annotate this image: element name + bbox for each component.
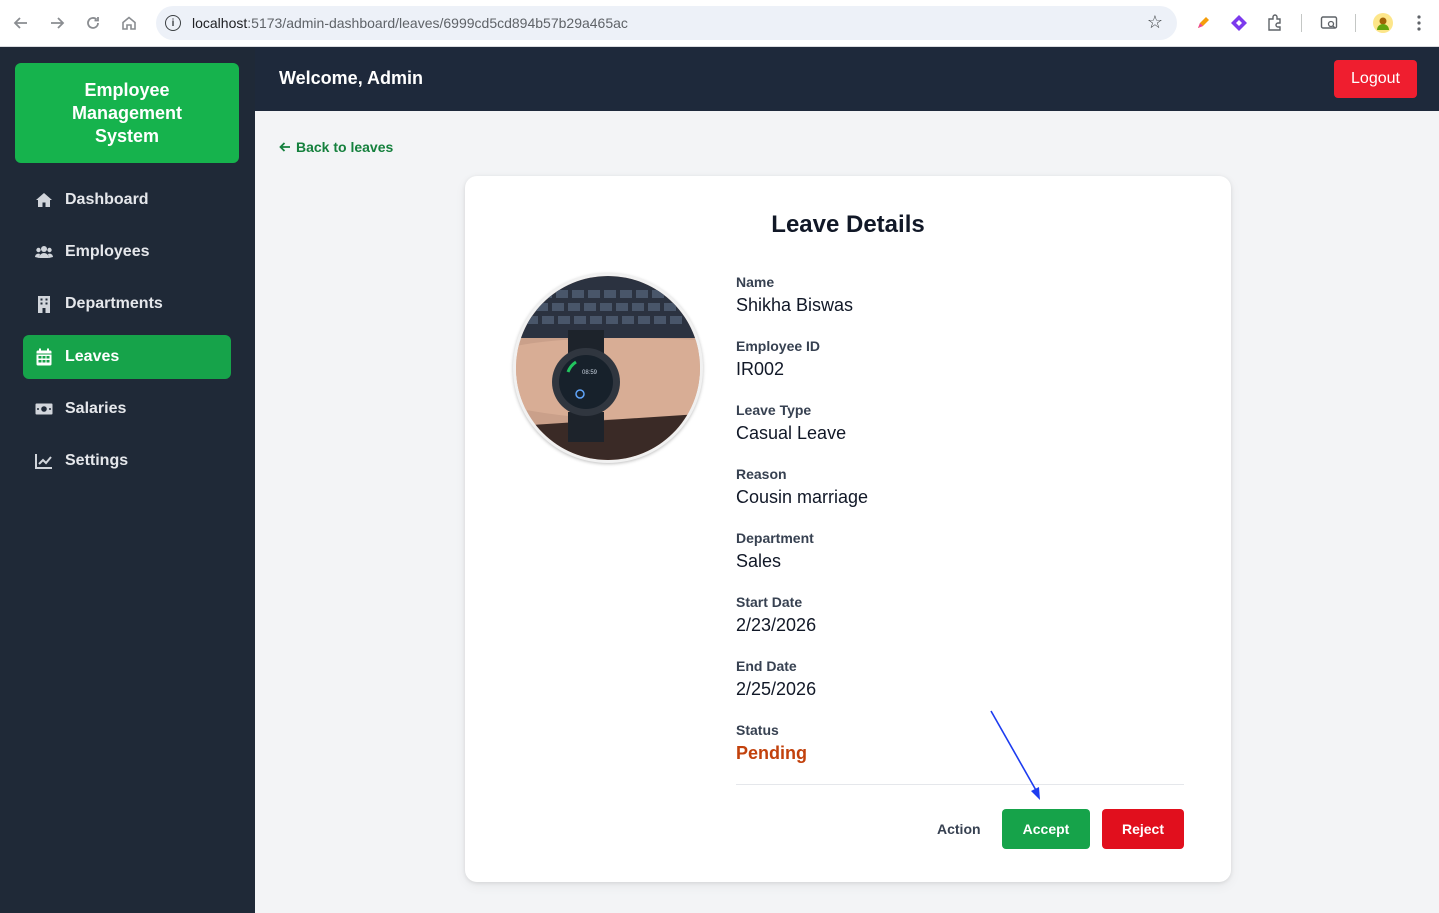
money-icon bbox=[35, 400, 53, 418]
employee-id-value: IR002 bbox=[736, 359, 785, 379]
divider bbox=[736, 784, 1184, 785]
field-label: Department bbox=[736, 530, 814, 546]
welcome-text: Welcome, Admin bbox=[279, 68, 424, 88]
sidebar-item-label: Leaves bbox=[65, 348, 120, 365]
field-start-date: Start Date 2/23/2026 bbox=[736, 594, 816, 636]
pen-extension-icon[interactable] bbox=[1192, 12, 1214, 34]
sidebar: Employee Management System Dashboard Emp… bbox=[0, 47, 255, 913]
status-badge: Pending bbox=[736, 743, 807, 763]
browser-menu-icon[interactable] bbox=[1408, 12, 1430, 34]
site-info-icon[interactable]: i bbox=[165, 15, 181, 31]
url-text[interactable]: localhost:5173/admin-dashboard/leaves/69… bbox=[192, 15, 628, 31]
puzzle-extensions-icon[interactable] bbox=[1264, 12, 1286, 34]
field-reason: Reason Cousin marriage bbox=[736, 466, 868, 508]
field-label: Start Date bbox=[736, 594, 803, 610]
back-arrow-icon[interactable] bbox=[10, 12, 32, 34]
leave-type-value: Casual Leave bbox=[736, 423, 847, 443]
address-bar[interactable]: i localhost:5173/admin-dashboard/leaves/… bbox=[156, 6, 1177, 40]
sidebar-item-departments[interactable]: Departments bbox=[23, 282, 231, 326]
field-label: End Date bbox=[736, 658, 797, 674]
sidebar-item-salaries[interactable]: Salaries bbox=[23, 387, 231, 431]
browser-toolbar: i localhost:5173/admin-dashboard/leaves/… bbox=[0, 0, 1439, 47]
toolbar-divider bbox=[1355, 14, 1356, 32]
accept-button[interactable]: Accept bbox=[1002, 809, 1090, 849]
employee-name: Shikha Biswas bbox=[736, 295, 854, 315]
employee-photo: 08:59 bbox=[516, 276, 700, 460]
profile-avatar-icon[interactable] bbox=[1372, 12, 1394, 34]
calendar-icon bbox=[35, 348, 53, 366]
back-to-leaves-link[interactable]: Back to leaves bbox=[279, 139, 393, 155]
field-label: Name bbox=[736, 274, 775, 290]
forward-arrow-icon[interactable] bbox=[46, 12, 68, 34]
field-label: Reason bbox=[736, 466, 787, 482]
page-title: Leave Details bbox=[771, 211, 925, 238]
field-employee-id: Employee ID IR002 bbox=[736, 338, 820, 380]
reject-button[interactable]: Reject bbox=[1102, 809, 1184, 849]
action-label: Action bbox=[937, 821, 981, 837]
home-browser-icon[interactable] bbox=[118, 12, 140, 34]
sidebar-item-employees[interactable]: Employees bbox=[23, 230, 231, 274]
chart-icon bbox=[35, 452, 53, 470]
users-icon bbox=[35, 243, 53, 261]
svg-text:08:59: 08:59 bbox=[582, 370, 598, 376]
field-label: Employee ID bbox=[736, 338, 821, 354]
field-leave-type: Leave Type Casual Leave bbox=[736, 402, 846, 444]
arrow-left-icon bbox=[279, 142, 290, 152]
reason-value: Cousin marriage bbox=[736, 487, 869, 507]
home-icon bbox=[35, 191, 53, 209]
leave-details-card: Leave Details 08:59 Name Shikha Biswas E… bbox=[465, 176, 1231, 882]
building-icon bbox=[35, 295, 53, 313]
field-end-date: End Date 2/25/2026 bbox=[736, 658, 816, 700]
brand-logo[interactable]: Employee Management System bbox=[15, 63, 239, 163]
toolbar-divider bbox=[1301, 14, 1302, 32]
sidebar-item-label: Departments bbox=[65, 295, 163, 312]
sidebar-item-label: Employees bbox=[65, 243, 150, 260]
sidebar-item-label: Dashboard bbox=[65, 191, 149, 208]
bookmark-star-icon[interactable]: ☆ bbox=[1147, 12, 1163, 33]
sidebar-item-leaves[interactable]: Leaves bbox=[23, 335, 231, 379]
field-label: Status bbox=[736, 722, 779, 738]
field-label: Leave Type bbox=[736, 402, 812, 418]
sidebar-item-label: Settings bbox=[65, 452, 129, 469]
reload-icon[interactable] bbox=[82, 12, 104, 34]
field-status: Status Pending bbox=[736, 722, 807, 764]
top-header: Welcome, Admin Logout bbox=[255, 47, 1439, 111]
field-department: Department Sales bbox=[736, 530, 814, 572]
start-date-value: 2/23/2026 bbox=[736, 615, 817, 635]
back-link-label: Back to leaves bbox=[296, 139, 394, 155]
tab-search-icon[interactable] bbox=[1318, 12, 1340, 34]
diamond-extension-icon[interactable] bbox=[1228, 12, 1250, 34]
logout-button[interactable]: Logout bbox=[1334, 60, 1417, 98]
sidebar-item-dashboard[interactable]: Dashboard bbox=[23, 178, 231, 222]
department-value: Sales bbox=[736, 551, 782, 571]
field-name: Name Shikha Biswas bbox=[736, 274, 853, 316]
end-date-value: 2/25/2026 bbox=[736, 679, 817, 699]
employee-photo-frame: 08:59 bbox=[513, 273, 703, 463]
sidebar-item-label: Salaries bbox=[65, 400, 127, 417]
sidebar-item-settings[interactable]: Settings bbox=[23, 439, 231, 483]
